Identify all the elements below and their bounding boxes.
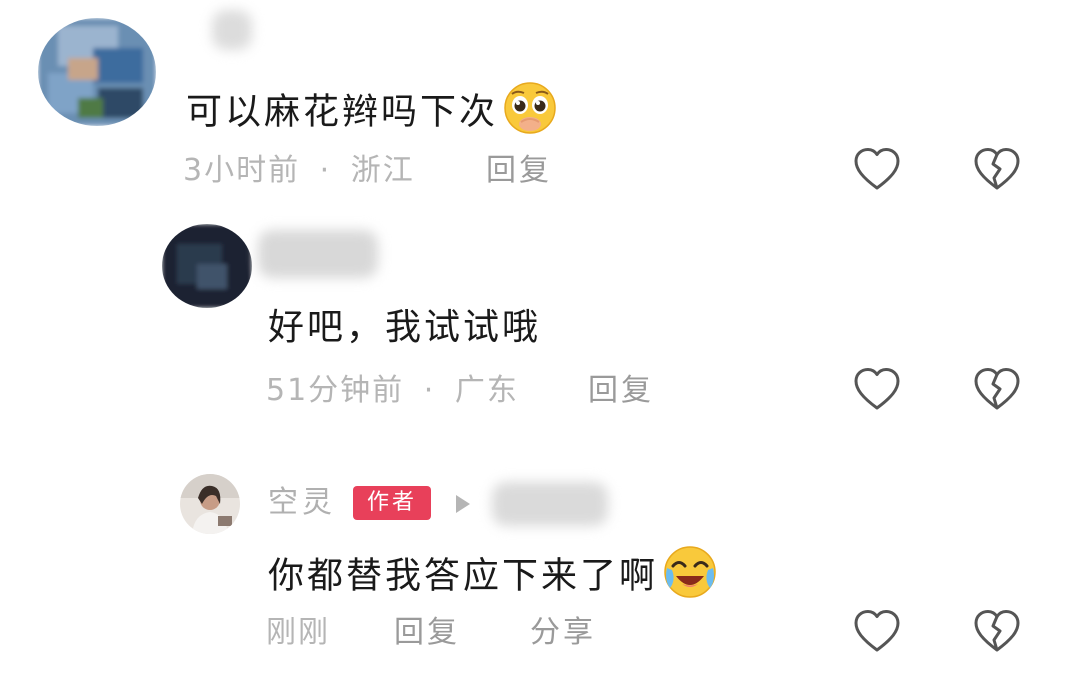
- author-avatar[interactable]: [180, 474, 240, 534]
- broken-heart-icon: [974, 610, 1020, 652]
- comment-text: 可以麻花辫吗下次: [186, 80, 558, 147]
- meta-separator: ·: [423, 373, 436, 408]
- dislike-button[interactable]: [972, 365, 1022, 415]
- pleading-face-icon: [502, 80, 558, 147]
- heart-outline-icon: [854, 148, 900, 190]
- comment-meta: 51分钟前 · 广东: [266, 372, 519, 410]
- location: 广东: [454, 373, 519, 408]
- dislike-button[interactable]: [972, 607, 1022, 657]
- like-button[interactable]: [852, 145, 902, 195]
- meta-separator: ·: [319, 153, 332, 188]
- heart-outline-icon: [854, 610, 900, 652]
- share-button[interactable]: 分享: [530, 614, 596, 652]
- like-button[interactable]: [852, 607, 902, 657]
- reply-to-arrow-icon: [456, 495, 470, 513]
- username-blurred: [212, 10, 252, 50]
- broken-heart-icon: [974, 368, 1020, 410]
- comment-text: 你都替我答应下来了啊: [268, 544, 718, 611]
- location: 浙江: [350, 153, 415, 188]
- heart-outline-icon: [854, 368, 900, 410]
- timestamp: 3小时前: [183, 153, 301, 188]
- timestamp: 刚刚: [266, 615, 330, 650]
- reply-item: 空灵 作者 你都替我答应下来了啊 刚刚 回复 分享: [0, 440, 1076, 692]
- avatar[interactable]: [162, 224, 252, 308]
- comment-meta: 3小时前 · 浙江: [183, 152, 415, 190]
- username-blurred: [258, 230, 378, 278]
- reply-button[interactable]: 回复: [486, 152, 552, 190]
- reply-button[interactable]: 回复: [588, 372, 654, 410]
- comment-meta: 刚刚: [266, 614, 330, 652]
- reply-to-username-blurred: [492, 482, 608, 526]
- author-badge: 作者: [353, 486, 432, 520]
- author-name[interactable]: 空灵: [268, 484, 336, 522]
- timestamp: 51分钟前: [266, 373, 405, 408]
- broken-heart-icon: [974, 148, 1020, 190]
- dislike-button[interactable]: [972, 145, 1022, 195]
- comment-text: 好吧，我试试哦: [268, 307, 542, 348]
- avatar[interactable]: [38, 18, 156, 126]
- like-button[interactable]: [852, 365, 902, 415]
- comment-item: 可以麻花辫吗下次 3小时前 · 浙江 回复: [0, 0, 1076, 210]
- reply-button[interactable]: 回复: [394, 614, 460, 652]
- tears-of-joy-face-icon: [662, 544, 718, 611]
- reply-item: 好吧，我试试哦 51分钟前 · 广东 回复: [0, 210, 1076, 440]
